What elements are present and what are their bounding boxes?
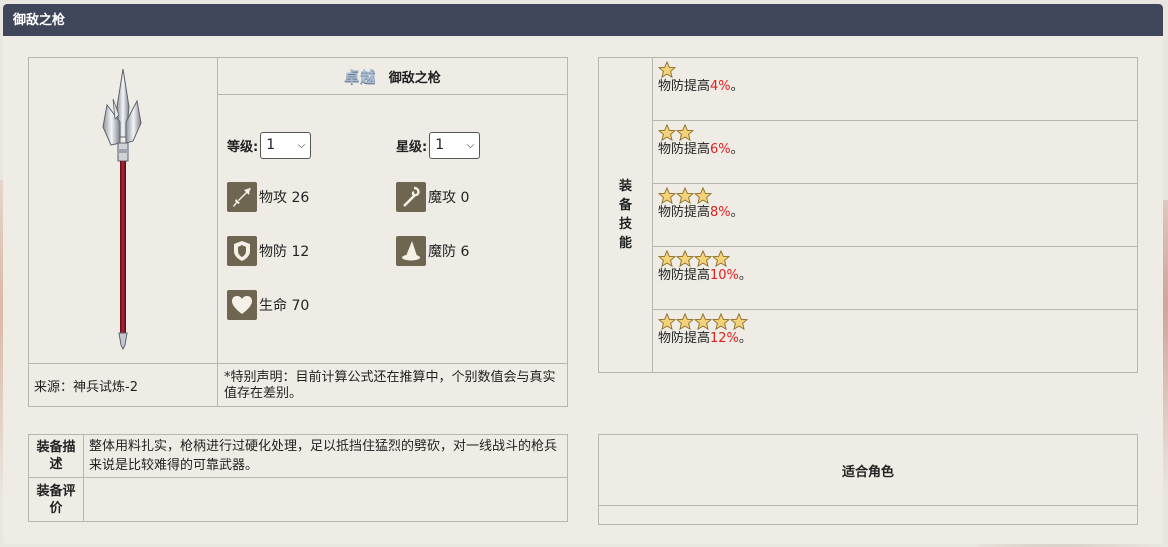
star-select[interactable]: 1 ⌵ bbox=[429, 131, 481, 159]
star-icon bbox=[712, 313, 730, 330]
star-icon bbox=[658, 61, 676, 78]
star-icon bbox=[676, 187, 694, 204]
star-icon bbox=[694, 250, 712, 267]
rarity-badge: 卓越 bbox=[344, 67, 377, 86]
star-rating-4 bbox=[658, 250, 1132, 267]
suited-roles-label: 适合角色 bbox=[598, 434, 1138, 506]
skill-row-2star: 物防提高6%。 bbox=[652, 120, 1138, 184]
wizard-hat-icon bbox=[396, 236, 426, 266]
equipment-skill-table: 装备技能 物防提高4%。 物防提高6%。 物防提高8%。 物防提高10%。 物防… bbox=[598, 57, 1138, 373]
stat-magic-defense: 魔防 6 bbox=[396, 235, 556, 267]
equipment-info-table: 卓越 御敌之枪 等级: 1 ⌵ 星级: 1 ⌵ 物攻 26 魔攻 0 物防 12… bbox=[28, 57, 568, 407]
star-icon bbox=[694, 313, 712, 330]
level-select[interactable]: 1 ⌵ bbox=[260, 131, 312, 159]
star-icon bbox=[658, 124, 676, 141]
heart-icon bbox=[227, 290, 257, 320]
equipment-name-cell: 卓越 御敌之枪 bbox=[217, 57, 568, 95]
skill-row-3star: 物防提高8%。 bbox=[652, 183, 1138, 247]
equipment-description-table: 装备描述 整体用料扎实，枪柄进行过硬化处理，足以抵挡住猛烈的劈砍，对一线战斗的枪… bbox=[28, 434, 568, 522]
star-rating-3 bbox=[658, 187, 1132, 204]
star-rating-2 bbox=[658, 124, 1132, 141]
suited-roles-table: 适合角色 bbox=[598, 434, 1138, 525]
equipment-name: 御敌之枪 bbox=[388, 70, 441, 86]
star-rating-5 bbox=[658, 313, 1132, 330]
star-icon bbox=[676, 250, 694, 267]
star-icon bbox=[676, 313, 694, 330]
description-label: 装备描述 bbox=[28, 434, 84, 478]
skill-row-4star: 物防提高10%。 bbox=[652, 246, 1138, 310]
shield-icon bbox=[227, 236, 257, 266]
chevron-down-icon: ⌵ bbox=[466, 139, 475, 151]
stats-cell: 等级: 1 ⌵ 星级: 1 ⌵ 物攻 26 魔攻 0 物防 12 魔防 6 生命… bbox=[217, 94, 568, 364]
page-title: 御敌之枪 bbox=[3, 4, 1163, 36]
skill-row-1star: 物防提高4%。 bbox=[652, 57, 1138, 121]
star-selector: 星级: 1 ⌵ bbox=[396, 131, 556, 159]
disclaimer-note: *特别声明：目前计算公式还在推算中，个别数值会与真实值存在差别。 bbox=[217, 363, 568, 407]
star-icon bbox=[730, 313, 748, 330]
weapon-image-cell bbox=[28, 57, 218, 364]
equipment-panel: 御敌之枪 卓越 御敌之枪 等级: 1 ⌵ 星级: 1 ⌵ 物攻 26 魔攻 0 … bbox=[3, 4, 1163, 544]
skill-label: 装备技能 bbox=[618, 179, 632, 251]
star-icon bbox=[658, 187, 676, 204]
chevron-down-icon: ⌵ bbox=[297, 139, 306, 151]
stat-physical-attack: 物攻 26 bbox=[227, 181, 396, 213]
star-rating-1 bbox=[658, 61, 1132, 78]
suited-roles-list bbox=[598, 505, 1138, 525]
level-selector: 等级: 1 ⌵ bbox=[227, 131, 396, 159]
evaluation-text bbox=[83, 477, 568, 522]
stat-physical-defense: 物防 12 bbox=[227, 235, 396, 267]
description-text: 整体用料扎实，枪柄进行过硬化处理，足以抵挡住猛烈的劈砍，对一线战斗的枪兵来说是比… bbox=[83, 434, 568, 478]
stat-health: 生命 70 bbox=[227, 289, 396, 321]
source-cell: 来源：神兵试炼-2 bbox=[28, 363, 218, 407]
star-icon bbox=[694, 187, 712, 204]
level-label: 等级: bbox=[227, 139, 259, 155]
star-icon bbox=[676, 124, 694, 141]
skill-row-5star: 物防提高12%。 bbox=[652, 309, 1138, 373]
star-icon bbox=[712, 250, 730, 267]
evaluation-label: 装备评价 bbox=[28, 477, 84, 522]
star-icon bbox=[658, 313, 676, 330]
star-icon bbox=[658, 250, 676, 267]
staff-icon bbox=[396, 182, 426, 212]
skill-label-cell: 装备技能 bbox=[598, 57, 653, 373]
stat-magic-attack: 魔攻 0 bbox=[396, 181, 556, 213]
star-label: 星级: bbox=[396, 139, 428, 155]
sword-icon bbox=[227, 182, 257, 212]
spear-image bbox=[102, 68, 142, 350]
